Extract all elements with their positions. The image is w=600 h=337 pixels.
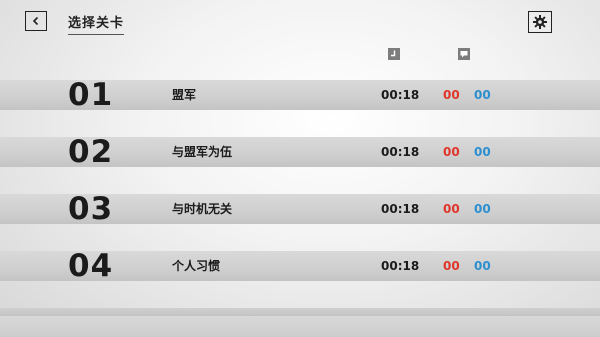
blue-counter: 00 xyxy=(474,88,491,102)
level-row-01[interactable]: 01 盟军 00:18 00 00 xyxy=(0,77,600,113)
level-name: 盟军 xyxy=(172,88,197,102)
red-counter: 00 xyxy=(443,145,460,159)
level-number: 01 xyxy=(68,77,114,113)
level-row-02[interactable]: 02 与盟军为伍 00:18 00 00 xyxy=(0,134,600,170)
blue-counter: 00 xyxy=(474,259,491,273)
gear-icon xyxy=(533,15,547,29)
level-number: 04 xyxy=(68,248,114,284)
level-name: 个人习惯 xyxy=(172,259,221,273)
level-time: 00:18 xyxy=(381,202,420,216)
red-counter: 00 xyxy=(443,88,460,102)
level-number: 02 xyxy=(68,134,114,170)
blue-counter: 00 xyxy=(474,202,491,216)
level-name: 与时机无关 xyxy=(172,202,233,216)
level-number: 03 xyxy=(68,191,114,227)
level-row-03[interactable]: 03 与时机无关 00:18 00 00 xyxy=(0,191,600,227)
level-row-05[interactable]: 05 xyxy=(0,308,600,316)
bottom-fade xyxy=(0,316,600,337)
level-time: 00:18 xyxy=(381,259,420,273)
level-name: 与盟军为伍 xyxy=(172,145,233,159)
red-counter: 00 xyxy=(443,259,460,273)
chevron-left-icon xyxy=(32,16,39,26)
corner-timer-icon xyxy=(388,48,400,60)
title-underline xyxy=(68,34,124,35)
back-button[interactable] xyxy=(25,11,47,31)
speech-bubble-icon xyxy=(458,48,470,60)
level-time: 00:18 xyxy=(381,145,420,159)
page-title: 选择关卡 xyxy=(68,16,125,31)
level-time: 00:18 xyxy=(381,88,420,102)
blue-counter: 00 xyxy=(474,145,491,159)
settings-button[interactable] xyxy=(528,11,552,33)
level-row-04[interactable]: 04 个人习惯 00:18 00 00 xyxy=(0,248,600,284)
red-counter: 00 xyxy=(443,202,460,216)
